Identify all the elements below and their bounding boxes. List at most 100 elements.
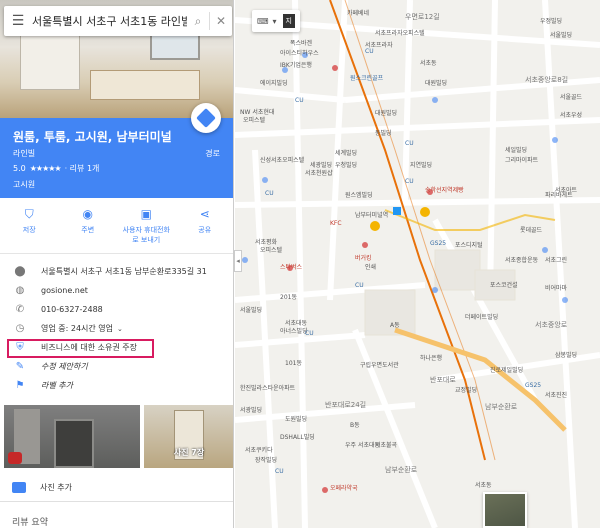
map-label[interactable]: 송학선지역제빵 bbox=[425, 185, 464, 194]
map-label[interactable]: 서초중앙로8길 bbox=[525, 75, 568, 85]
search-icon[interactable]: ⌕ bbox=[187, 6, 209, 36]
map-label[interactable]: 교정빌딩 bbox=[455, 385, 477, 394]
map-label[interactable]: 한진빌라스타운아파트 bbox=[240, 383, 295, 392]
satellite-toggle[interactable] bbox=[483, 492, 527, 528]
collapse-panel-button[interactable]: ◂ bbox=[234, 250, 242, 272]
map-label[interactable]: KFC bbox=[330, 220, 342, 227]
hours-row[interactable]: ◷ 영업 중: 24시간 영업 ⌄ bbox=[0, 319, 233, 338]
map-label[interactable]: 원스크린골프 bbox=[350, 73, 383, 82]
map-label[interactable]: 서초불곡 bbox=[375, 440, 397, 449]
review-count-link[interactable]: · 리뷰 1개 bbox=[65, 163, 100, 174]
map-label[interactable]: DSHALL빌딩 bbox=[280, 432, 315, 441]
menu-icon[interactable]: ☰ bbox=[4, 6, 32, 36]
map-label[interactable]: GS25 bbox=[430, 240, 446, 247]
add-photo-row[interactable]: 사진 추가 bbox=[12, 482, 72, 493]
send-to-phone-button[interactable]: ▣ 사용자 휴대전화로 보내기 bbox=[122, 198, 170, 253]
map-label[interactable]: CU bbox=[365, 48, 374, 55]
map-label[interactable]: 반포대로24길 bbox=[325, 400, 366, 410]
map-label[interactable]: 지연빌딩 bbox=[410, 160, 432, 169]
save-button[interactable]: ⛉ 저장 bbox=[5, 198, 53, 253]
map-label[interactable]: A동 bbox=[390, 320, 400, 329]
map-label[interactable]: 폭스바겐 bbox=[290, 38, 312, 47]
map-label[interactable]: 우면로12길 bbox=[405, 12, 440, 22]
nearby-button[interactable]: ◉ 주변 bbox=[64, 198, 112, 253]
map-label[interactable]: 하나은행 bbox=[420, 353, 442, 362]
map-label[interactable]: 비어마마 bbox=[545, 283, 567, 292]
map-label[interactable]: 롯데골드 bbox=[520, 225, 542, 234]
map-label[interactable]: 서초종합운동 bbox=[505, 255, 538, 264]
website-row[interactable]: ◍ gosione.net bbox=[0, 281, 233, 300]
map-label[interactable]: 삼봉빌딩 bbox=[555, 350, 577, 359]
map-label[interactable]: 파리바게트 bbox=[545, 190, 573, 199]
map-label[interactable]: 그리마이파트 bbox=[505, 155, 538, 164]
map-label[interactable]: 서초우성 bbox=[560, 110, 582, 119]
photos-thumbnail[interactable]: 사진 7장 bbox=[144, 405, 233, 468]
map-label[interactable]: 세계빌딩 bbox=[335, 148, 357, 157]
map-label[interactable]: 진로제일빌딩 bbox=[490, 365, 523, 374]
map-label[interactable]: 카페베네 bbox=[347, 8, 369, 17]
map-label[interactable]: 구립우면도서관 bbox=[360, 360, 399, 369]
map-label[interactable]: GS25 bbox=[525, 382, 541, 389]
map-label[interactable]: 서초진진 bbox=[545, 390, 567, 399]
close-icon[interactable]: ✕ bbox=[210, 6, 232, 36]
map-label[interactable]: 우청빌딩 bbox=[335, 160, 357, 169]
map-label[interactable]: CU bbox=[295, 97, 304, 104]
share-button[interactable]: ⋖ 공유 bbox=[181, 198, 229, 253]
map-label[interactable]: 남부터미널역 bbox=[355, 210, 388, 219]
map-label[interactable]: 서초동 bbox=[420, 58, 437, 67]
map-label[interactable]: CU bbox=[265, 190, 274, 197]
map-label[interactable]: CU bbox=[405, 178, 414, 185]
map-layer-control[interactable]: ⌨ ▾ 지 bbox=[252, 10, 300, 32]
map-label[interactable]: 오페라약국 bbox=[330, 483, 358, 492]
map-label[interactable]: 101동 bbox=[285, 358, 302, 367]
street-view-thumbnail[interactable] bbox=[4, 405, 140, 468]
map-label[interactable]: CU bbox=[355, 282, 364, 289]
map-label[interactable]: CU bbox=[305, 330, 314, 337]
map-label[interactable]: 에이지빌딩 bbox=[260, 78, 288, 87]
map-label[interactable]: CU bbox=[405, 140, 414, 147]
map-label[interactable]: 아이스티하우스 bbox=[280, 48, 319, 57]
map-label[interactable]: 대원빌딩 bbox=[425, 78, 447, 87]
map-label[interactable]: 남부순환로 bbox=[485, 402, 517, 412]
map-label[interactable]: 스타벅스 bbox=[280, 262, 302, 271]
map-label[interactable]: 포스코건설 bbox=[490, 280, 518, 289]
map-label[interactable]: 오피스텔 bbox=[260, 245, 282, 254]
route-label[interactable]: 경로 bbox=[205, 148, 220, 159]
map-label[interactable]: B동 bbox=[350, 420, 360, 429]
place-category[interactable]: 고시원 bbox=[13, 179, 35, 190]
map-label[interactable]: 서초그린 bbox=[545, 255, 567, 264]
map-label[interactable]: 장작빌딩 bbox=[255, 455, 277, 464]
map-label[interactable]: 남부순환로 bbox=[385, 465, 417, 475]
map-label[interactable]: 우정빌딩 bbox=[540, 16, 562, 25]
map-label[interactable]: 반포대로 bbox=[430, 375, 456, 385]
map-label[interactable]: 서초중앙로 bbox=[535, 320, 567, 330]
map-label[interactable]: 포스디지털 bbox=[455, 240, 483, 249]
map-station-3[interactable] bbox=[370, 221, 380, 231]
add-label-row[interactable]: ⚑ 라벨 추가 bbox=[0, 376, 233, 395]
map-label[interactable]: CU bbox=[275, 468, 284, 475]
map-label[interactable]: 원스엠빌딩 bbox=[345, 190, 373, 199]
map-label[interactable]: 서초프라자오피스텔 bbox=[375, 28, 425, 37]
map-label[interactable]: IBK기업은행 bbox=[280, 60, 312, 69]
map-label[interactable]: 인쇄 bbox=[365, 262, 376, 271]
map-label[interactable]: 더페이트빌딩 bbox=[465, 312, 498, 321]
map-label[interactable]: 서초천원샵 bbox=[305, 168, 333, 177]
map-label[interactable]: 서광빌딩 bbox=[240, 405, 262, 414]
map-label[interactable]: 도원빌딩 bbox=[285, 414, 307, 423]
map-label[interactable]: 201동 bbox=[280, 292, 297, 301]
map-label[interactable]: 오피스텔 bbox=[243, 115, 265, 124]
map-label[interactable]: 서울빌딩 bbox=[240, 305, 262, 314]
map-label[interactable]: 동빌딩 bbox=[375, 128, 392, 137]
map-label[interactable]: 아너스빌딩 bbox=[280, 326, 308, 335]
map-label[interactable]: 신성서초오피스텔 bbox=[260, 155, 304, 164]
search-input[interactable]: 서울특별시 서초구 서초1동 라인빌 bbox=[32, 13, 187, 29]
map-subway-icon[interactable] bbox=[393, 207, 401, 215]
suggest-edit-row[interactable]: ✎ 수정 제안하기 bbox=[0, 357, 233, 376]
map-canvas[interactable]: 카페베네 우면로12길 우정빌딩 서울빌딩 폭스바겐 아이스티하우스 서초프라자오피스텔 서초… bbox=[235, 0, 600, 528]
address-row[interactable]: ⬤ 서울특별시 서초구 서초1동 남부순환로335길 31 bbox=[0, 262, 233, 281]
map-station-line3[interactable] bbox=[420, 207, 430, 217]
map-label[interactable]: 버거킹 bbox=[355, 253, 372, 262]
map-label[interactable]: 서울빌딩 bbox=[550, 30, 572, 39]
map-label[interactable]: 대원빌딩 bbox=[375, 108, 397, 117]
map-label[interactable]: 세일빌딩 bbox=[505, 145, 527, 154]
